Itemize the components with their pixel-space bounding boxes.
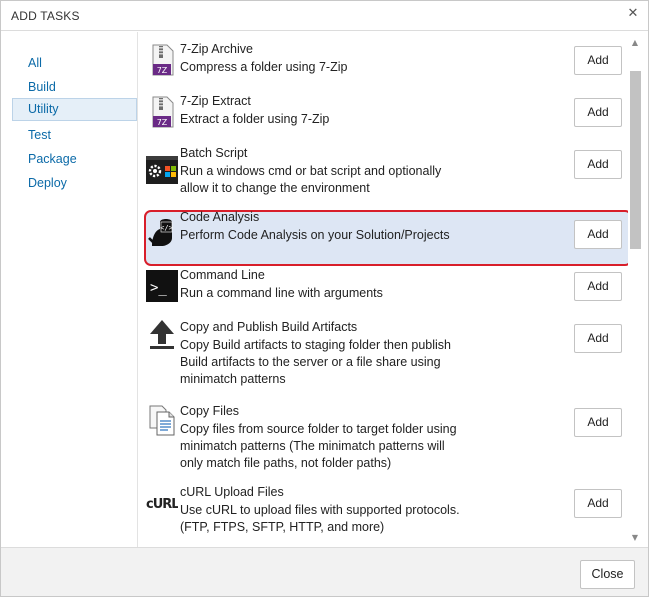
sidebar-item-deploy[interactable]: Deploy <box>12 172 137 195</box>
task-description: Copy files from source folder to target … <box>180 422 457 470</box>
add-tasks-dialog: ADD TASKS ✕ All Build Utility Test Packa… <box>0 0 649 597</box>
dialog-body: All Build Utility Test Package Deploy 7Z… <box>1 32 648 547</box>
task-item: Batch Script Run a windows cmd or bat sc… <box>139 136 628 206</box>
task-name: 7-Zip Archive <box>180 42 253 56</box>
add-copy-publish-artifacts-button[interactable]: Add <box>574 324 622 353</box>
task-list: 7Z 7-Zip Archive Compress a folder using… <box>139 32 628 540</box>
category-sidebar: All Build Utility Test Package Deploy <box>1 32 138 547</box>
curl-icon-label: cURL <box>146 497 178 512</box>
dialog-title: ADD TASKS <box>11 9 80 23</box>
command-line-icon-label: >_ <box>150 280 167 296</box>
command-line-icon: >_ <box>146 270 178 302</box>
curl-icon: cURL <box>146 497 178 512</box>
upload-arrow-icon <box>150 320 174 349</box>
add-7zip-extract-button[interactable]: Add <box>574 98 622 127</box>
task-item: Copy and Publish Build Artifacts Copy Bu… <box>139 314 628 398</box>
task-item: cURL cURL Upload Files Use cURL to uploa… <box>139 482 628 540</box>
dialog-footer: Close <box>1 547 648 596</box>
sidebar-item-build[interactable]: Build <box>12 76 137 99</box>
7zip-icon-label: 7Z <box>157 66 168 75</box>
task-list-scrollbar[interactable]: ▲ ▼ <box>628 38 642 543</box>
task-description: Use cURL to upload files with supported … <box>180 503 460 534</box>
7zip-icon-label: 7Z <box>157 118 168 127</box>
close-icon[interactable]: ✕ <box>626 7 640 21</box>
task-description: Perform Code Analysis on your Solution/P… <box>180 228 450 242</box>
task-name: 7-Zip Extract <box>180 94 251 108</box>
task-name: Copy Files <box>180 404 240 418</box>
task-description: Extract a folder using 7-Zip <box>180 112 330 126</box>
add-curl-upload-button[interactable]: Add <box>574 489 622 518</box>
close-button[interactable]: Close <box>580 560 635 589</box>
task-item: </> Code Analysis Perform Code Analysis … <box>139 206 628 262</box>
task-description: Run a windows cmd or bat script and opti… <box>180 164 442 195</box>
task-name: Batch Script <box>180 146 248 160</box>
add-batch-script-button[interactable]: Add <box>574 150 622 179</box>
task-item: >_ Command Line Run a command line with … <box>139 262 628 314</box>
task-description: Run a command line with arguments <box>180 286 383 300</box>
task-name: Command Line <box>180 268 265 282</box>
task-name: cURL Upload Files <box>180 485 284 499</box>
sidebar-item-all[interactable]: All <box>12 52 137 75</box>
add-7zip-archive-button[interactable]: Add <box>574 46 622 75</box>
task-description: Compress a folder using 7-Zip <box>180 60 348 74</box>
add-copy-files-button[interactable]: Add <box>574 408 622 437</box>
add-command-line-button[interactable]: Add <box>574 272 622 301</box>
add-code-analysis-button[interactable]: Add <box>574 220 622 249</box>
7zip-icon: 7Z <box>152 96 174 128</box>
sidebar-item-utility[interactable]: Utility <box>12 98 137 121</box>
task-item: 7Z 7-Zip Archive Compress a folder using… <box>139 32 628 84</box>
scroll-up-arrow-icon[interactable]: ▲ <box>630 38 640 48</box>
task-item: 7Z 7-Zip Extract Extract a folder using … <box>139 84 628 136</box>
task-description: Copy Build artifacts to staging folder t… <box>180 338 451 386</box>
task-name: Code Analysis <box>180 210 260 224</box>
task-item: Copy Files Copy files from source folder… <box>139 398 628 482</box>
copy-files-icon <box>149 405 175 436</box>
7zip-icon: 7Z <box>152 44 174 76</box>
sidebar-item-package[interactable]: Package <box>12 148 137 171</box>
code-analysis-icon: </> <box>148 219 173 246</box>
scroll-thumb[interactable] <box>630 71 641 249</box>
sidebar-item-test[interactable]: Test <box>12 124 137 147</box>
batch-script-icon <box>146 156 178 184</box>
task-name: Copy and Publish Build Artifacts <box>180 320 358 334</box>
scroll-down-arrow-icon[interactable]: ▼ <box>630 533 640 543</box>
svg-text:</>: </> <box>160 224 173 232</box>
dialog-titlebar: ADD TASKS ✕ <box>1 1 648 31</box>
